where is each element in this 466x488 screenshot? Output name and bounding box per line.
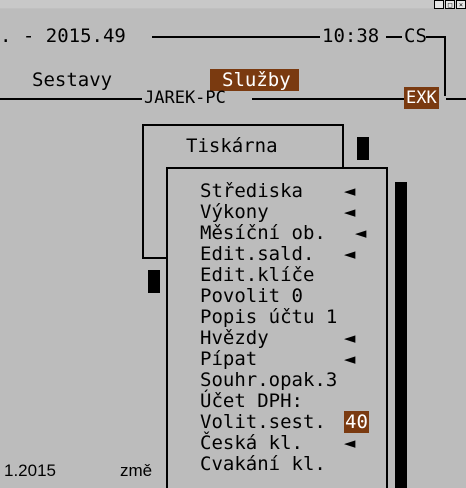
submenu-item-hvezdy[interactable]: Hvězdy [200, 327, 269, 349]
bottom-word-text: změ [120, 461, 153, 480]
submenu-item-cvakani-kl[interactable]: Cvakání kl. [200, 453, 326, 475]
title-bar [0, 0, 466, 8]
submenu-frame-right [386, 167, 388, 488]
arrow-left-icon: ◄ [344, 348, 356, 370]
frame-right-edge [444, 36, 446, 96]
volit-sest-value[interactable]: 40 [344, 411, 369, 433]
submenu-item-strediska[interactable]: Střediska [200, 180, 303, 202]
bar-divider [446, 98, 466, 100]
submenu-frame-left [166, 167, 168, 488]
arrow-left-icon: ◄ [355, 222, 367, 244]
popup-frame-top [142, 124, 344, 126]
submenu-shadow [395, 182, 407, 488]
status-left-text: . - 2015.49 [0, 25, 126, 47]
popup-frame-right [342, 124, 344, 168]
window-controls: _ □ × [433, 0, 466, 9]
close-icon[interactable]: × [456, 0, 466, 9]
submenu-item-volit-sest[interactable]: Volit.sest. [200, 411, 326, 433]
bar-divider [252, 98, 404, 100]
cursor-block [148, 270, 160, 293]
popup-frame-bottom [142, 257, 168, 259]
arrow-left-icon: ◄ [344, 327, 356, 349]
status-divider [426, 36, 446, 38]
maximize-icon[interactable]: □ [445, 0, 455, 9]
bar-divider [0, 98, 142, 100]
submenu-item-mesicni-ob[interactable]: Měsíční ob. [200, 222, 326, 244]
submenu-item-povolit-0[interactable]: Povolit 0 [200, 285, 303, 307]
arrow-left-icon: ◄ [344, 243, 356, 265]
submenu-item-souhr-opak[interactable]: Souhr.opak.3 [200, 369, 337, 391]
arrow-left-icon: ◄ [344, 432, 356, 454]
submenu-item-ucet-dph[interactable]: Účet DPH: [200, 390, 303, 412]
submenu-item-vykony[interactable]: Výkony [200, 201, 269, 223]
popup-title-tiskarna[interactable]: Tiskárna [186, 135, 278, 157]
status-time: 10:38 [322, 25, 380, 47]
submenu-item-edit-klice[interactable]: Edit.klíče [200, 264, 314, 286]
menu-item-sestavy[interactable]: Sestavy [32, 69, 112, 91]
status-code: CS [404, 25, 427, 47]
arrow-left-icon: ◄ [344, 201, 356, 223]
submenu-item-ceska-kl[interactable]: Česká kl. [200, 432, 303, 454]
computer-name: JAREK-PC [144, 88, 226, 108]
bottom-date-text: 1.2015 [4, 461, 56, 480]
minimize-icon[interactable]: _ [434, 0, 444, 9]
submenu-item-popis-uctu[interactable]: Popis účtu 1 [200, 306, 337, 328]
status-badge: EXK [404, 87, 439, 109]
arrow-left-icon: ◄ [344, 180, 356, 202]
cursor-block [357, 137, 369, 160]
submenu-frame-top [166, 167, 388, 169]
submenu-item-edit-sald[interactable]: Edit.sald. [200, 243, 314, 265]
status-divider [386, 36, 402, 38]
terminal-screen: . - 2015.49 10:38 CS Sestavy Služby JARE… [0, 9, 466, 488]
popup-frame-left [142, 124, 144, 259]
status-divider [152, 36, 320, 38]
submenu-item-pipat[interactable]: Pípat [200, 348, 257, 370]
